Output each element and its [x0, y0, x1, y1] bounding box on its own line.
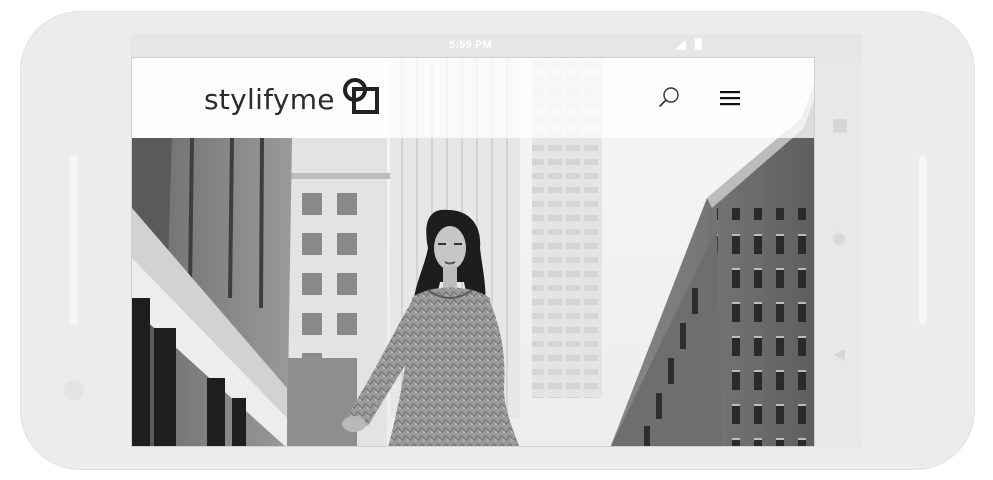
search-icon — [659, 87, 679, 107]
hamburger-menu-icon — [720, 91, 740, 106]
site-header: stylifyme — [132, 58, 814, 138]
recent-apps-icon[interactable] — [833, 119, 847, 133]
site-logo[interactable]: stylifyme — [204, 78, 381, 120]
back-icon[interactable] — [834, 349, 845, 361]
stylifyme-logo-mark-icon — [342, 78, 379, 114]
android-nav-bar — [815, 57, 862, 447]
phone-speaker-right — [919, 155, 927, 325]
menu-button[interactable] — [718, 86, 744, 110]
home-icon[interactable] — [831, 231, 847, 247]
battery-icon — [695, 38, 702, 50]
browser-viewport: stylifyme — [131, 57, 815, 447]
search-button[interactable] — [656, 84, 684, 112]
status-bar — [131, 34, 862, 57]
signal-icon — [675, 39, 686, 50]
phone-sensor — [64, 380, 84, 400]
status-time: 5:59 PM — [449, 39, 492, 51]
phone-speaker-left — [70, 155, 78, 325]
logo-wordmark: stylifyme — [204, 83, 335, 116]
